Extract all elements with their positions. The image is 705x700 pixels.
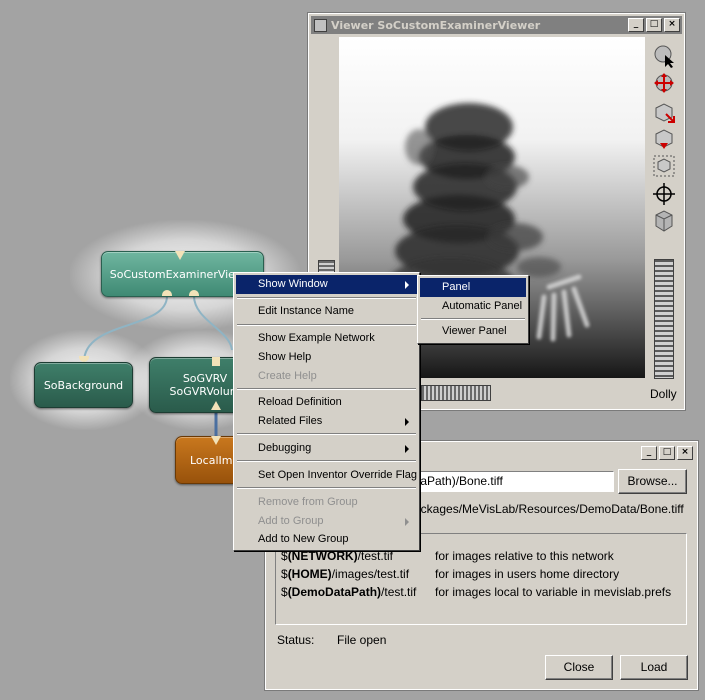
menu-separator — [237, 433, 416, 435]
close-panel-button[interactable]: Close — [545, 655, 613, 680]
dolly-label: Dolly — [650, 387, 677, 401]
seek-icon[interactable] — [652, 100, 677, 126]
submenu-item-automatic-panel[interactable]: Automatic Panel — [420, 297, 526, 316]
menu-item-set-override-flag[interactable]: Set Open Inventor Override Flag — [236, 466, 417, 485]
menu-item-remove-from-group: Remove from Group — [258, 496, 358, 508]
output-connector[interactable] — [211, 436, 221, 445]
menu-item-related-files[interactable]: Related Files — [236, 412, 417, 431]
load-label: Load — [640, 660, 668, 674]
module-sobackground[interactable]: SoBackground — [34, 362, 133, 408]
bottom-thumbwheel[interactable] — [421, 385, 491, 401]
window-title: Viewer SoCustomExaminerViewer — [331, 18, 541, 32]
menu-item-create-help: Create Help — [258, 370, 317, 382]
menu-separator — [237, 487, 416, 489]
submenu-item-panel[interactable]: Panel — [420, 278, 526, 297]
input-connector[interactable] — [175, 251, 185, 260]
close-label: Close — [563, 660, 595, 674]
help-row: $(NETWORK)/test.tif for images relative … — [281, 549, 614, 563]
output-connector[interactable] — [211, 401, 221, 410]
load-button[interactable]: Load — [620, 655, 688, 680]
view-all-icon[interactable] — [652, 153, 677, 179]
menu-item-reload-definition[interactable]: Reload Definition — [236, 393, 417, 412]
menu-item-show-window[interactable]: Show Window — [236, 275, 417, 294]
help-row: $(DemoDataPath)/test.tif for images loca… — [281, 585, 672, 599]
minimize-button[interactable]: _ — [628, 18, 644, 32]
submenu-arrow-icon — [405, 418, 409, 426]
submenu-item-viewer-panel[interactable]: Viewer Panel — [420, 322, 526, 341]
input-connector[interactable] — [212, 357, 220, 366]
status-value: File open — [337, 633, 387, 647]
maximize-button[interactable]: □ — [646, 18, 662, 32]
submenu-arrow-icon — [405, 518, 409, 526]
menu-separator — [237, 388, 416, 390]
module-label: SoBackground — [43, 378, 124, 392]
show-window-submenu[interactable]: Panel Automatic Panel Viewer Panel — [417, 275, 529, 344]
module-label: LocalIma — [190, 453, 240, 467]
rotate-icon[interactable] — [652, 71, 677, 97]
help-row: $(HOME)/images/test.tif for images in us… — [281, 567, 620, 581]
menu-item-edit-instance-name[interactable]: Edit Instance Name — [236, 302, 417, 321]
output-connector[interactable] — [189, 290, 199, 296]
menu-separator — [237, 324, 416, 326]
viewer-titlebar[interactable]: Viewer SoCustomExaminerViewer _ □ × — [311, 16, 682, 34]
dolly-slider[interactable] — [654, 259, 674, 379]
resolved-path: ackages/MeVisLab/Resources/DemoData/Bone… — [414, 502, 684, 516]
module-label: SoGVRV — [182, 372, 228, 385]
menu-item-show-help[interactable]: Show Help — [236, 348, 417, 367]
menu-separator — [421, 318, 525, 320]
menu-item-show-example-network[interactable]: Show Example Network — [236, 329, 417, 348]
browse-button[interactable]: Browse... — [618, 469, 687, 494]
app-icon — [314, 18, 327, 32]
filename-value: taPath)/Bone.tiff — [417, 474, 503, 488]
module-label: SoGVRVolum — [169, 385, 241, 398]
set-home-icon[interactable] — [652, 181, 677, 207]
help-rows: $(NETWORK)/test.tif for images relative … — [281, 549, 672, 603]
menu-separator — [237, 460, 416, 462]
submenu-arrow-icon — [405, 281, 409, 289]
menu-separator — [237, 297, 416, 299]
menu-item-debugging[interactable]: Debugging — [236, 439, 417, 458]
submenu-arrow-icon — [405, 445, 409, 453]
close-button[interactable]: × — [664, 18, 680, 32]
menu-item-add-to-group: Add to Group — [236, 512, 417, 531]
maximize-button[interactable]: □ — [659, 446, 675, 460]
status-label: Status: — [277, 633, 315, 647]
minimize-button[interactable]: _ — [641, 446, 657, 460]
output-connector[interactable] — [162, 290, 172, 296]
menu-item-add-to-new-group[interactable]: Add to New Group — [236, 530, 417, 549]
pick-arrow-icon[interactable] — [652, 43, 677, 69]
browse-label: Browse... — [627, 474, 678, 488]
home-icon[interactable] — [652, 126, 677, 152]
module-context-menu[interactable]: Show Window Edit Instance Name Show Exam… — [233, 272, 420, 551]
perspective-cube-icon[interactable] — [652, 208, 677, 234]
close-button[interactable]: × — [677, 446, 693, 460]
filename-field[interactable]: taPath)/Bone.tiff — [414, 471, 614, 492]
